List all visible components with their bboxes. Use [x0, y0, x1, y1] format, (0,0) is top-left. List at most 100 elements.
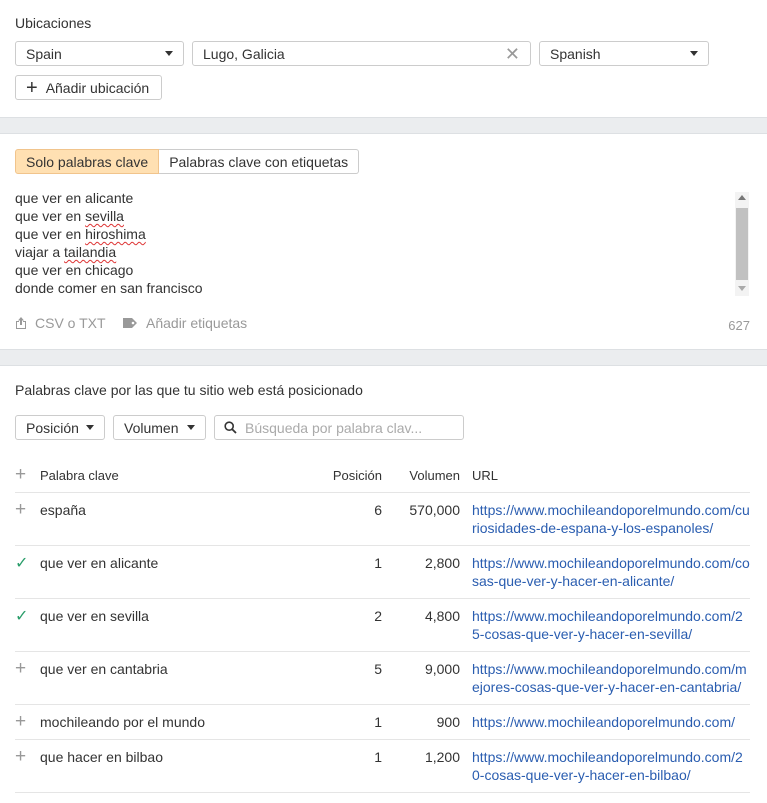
add-tags-button[interactable]: Añadir etiquetas [122, 315, 247, 331]
tab-only-keywords-label: Solo palabras clave [26, 153, 149, 170]
check-icon: ✓ [15, 608, 29, 625]
scroll-down-icon[interactable] [738, 286, 746, 291]
url-link[interactable]: https://www.mochileandoporelmundo.com/ [472, 714, 735, 730]
add-tags-label: Añadir etiquetas [146, 315, 248, 331]
tab-only-keywords[interactable]: Solo palabras clave [15, 149, 160, 174]
csv-label: CSV o TXT [35, 315, 106, 331]
url-cell: https://www.mochileandoporelmundo.com/me… [472, 651, 750, 705]
keyword-line: que ver en chicago [15, 261, 725, 279]
keyword-line-text: donde comer en san francisco [15, 280, 203, 296]
keyword-line-text: que ver en [15, 208, 86, 224]
position-cell: 5 [325, 651, 394, 705]
scroll-up-icon[interactable] [738, 195, 746, 200]
keyword-line: donde comer en san francisco [15, 279, 725, 297]
country-value: Spain [26, 45, 62, 62]
language-select[interactable]: Spanish [539, 41, 709, 66]
table-row: ✓ que ver en alicante 1 2,800 https://www.mo… [15, 545, 750, 599]
language-value: Spanish [550, 45, 601, 62]
url-link[interactable]: https://www.mochileandoporelmundo.com/25… [472, 608, 743, 642]
keyword-cell: españa [40, 492, 325, 546]
add-location-button[interactable]: + Añadir ubicación [15, 75, 162, 100]
table-row: + mochileando por el mundo 1 900 https://www… [15, 704, 750, 740]
keyword-line-text: que ver en alicante [15, 190, 134, 206]
position-filter[interactable]: Posición [15, 415, 105, 440]
keyword-search-field[interactable]: Búsqueda por palabra clav... [214, 415, 464, 440]
volume-cell: 570,000 [394, 492, 472, 546]
url-cell: https://www.mochileandoporelmundo.com/cu… [472, 492, 750, 546]
url-link[interactable]: https://www.mochileandoporelmundo.com/20… [472, 749, 743, 783]
table-header-row: + Palabra clave Posición Volumen URL [15, 458, 750, 493]
keyword-mode-tabs: Solo palabras clave Palabras clave con e… [15, 149, 360, 174]
search-placeholder: Búsqueda por palabra clav... [245, 419, 423, 436]
location-input[interactable]: Lugo, Galicia ✕ [192, 41, 531, 66]
volume-cell: 900 [394, 704, 472, 740]
plus-icon: + [26, 76, 38, 99]
location-value: Lugo, Galicia [203, 45, 285, 62]
ranking-title: Palabras clave por las que tu sitio web … [15, 382, 363, 398]
table-row: + que hacer en bilbao 1 1,200 https://www.mo… [15, 739, 750, 793]
tab-keywords-with-tags[interactable]: Palabras clave con etiquetas [159, 149, 360, 174]
plus-icon[interactable]: + [15, 499, 26, 520]
csv-upload-button[interactable]: CSV o TXT [15, 315, 106, 331]
volume-cell: 1,200 [394, 739, 472, 793]
url-link[interactable]: https://www.mochileandoporelmundo.com/me… [472, 661, 747, 695]
keyword-line: que ver en alicante [15, 189, 725, 207]
url-cell: https://www.mochileandoporelmundo.com/co… [472, 545, 750, 599]
table-row: + que ver en cantabria 5 9,000 https://www.m… [15, 651, 750, 705]
misspelled-word: sevilla [85, 208, 124, 224]
chevron-down-icon [690, 51, 698, 56]
keyword-line: que ver en sevilla [15, 207, 725, 225]
position-cell: 6 [325, 492, 394, 546]
volume-filter-label: Volumen [124, 419, 179, 436]
position-cell: 1 [325, 739, 394, 793]
ranking-table: + Palabra clave Posición Volumen URL + es… [15, 458, 750, 793]
volume-cell: 2,800 [394, 545, 472, 599]
position-cell: 2 [325, 598, 394, 652]
keyword-cell: mochileando por el mundo [40, 704, 325, 740]
column-keyword[interactable]: Palabra clave [40, 458, 325, 493]
country-select[interactable]: Spain [15, 41, 184, 66]
url-cell: https://www.mochileandoporelmundo.com/ [472, 704, 750, 740]
url-link[interactable]: https://www.mochileandoporelmundo.com/cu… [472, 502, 750, 536]
url-link[interactable]: https://www.mochileandoporelmundo.com/co… [472, 555, 750, 589]
add-all-icon[interactable]: + [15, 458, 40, 493]
keyword-line-text: que ver en [15, 226, 86, 242]
plus-icon[interactable]: + [15, 711, 26, 732]
column-volume[interactable]: Volumen [394, 458, 472, 493]
plus-icon[interactable]: + [15, 658, 26, 679]
char-count: 627 [728, 318, 750, 333]
keyword-cell: que ver en sevilla [40, 598, 325, 652]
column-url[interactable]: URL [472, 458, 750, 493]
check-icon: ✓ [15, 555, 29, 572]
misspelled-word: hiroshima [85, 226, 146, 242]
keyword-line: que ver en hiroshima [15, 225, 725, 243]
chevron-down-icon [187, 425, 195, 430]
url-cell: https://www.mochileandoporelmundo.com/25… [472, 598, 750, 652]
plus-icon[interactable]: + [15, 746, 26, 767]
url-cell: https://www.mochileandoporelmundo.com/20… [472, 739, 750, 793]
section-divider [0, 117, 767, 134]
position-cell: 1 [325, 704, 394, 740]
table-row: ✓ que ver en sevilla 2 4,800 https://www.moc… [15, 598, 750, 652]
search-icon [224, 421, 237, 434]
locations-label: Ubicaciones [15, 15, 92, 31]
column-position[interactable]: Posición [325, 458, 394, 493]
tab-keywords-with-tags-label: Palabras clave con etiquetas [169, 153, 349, 170]
table-row: + españa 6 570,000 https://www.mochileandopo… [15, 492, 750, 546]
textarea-scrollbar[interactable] [735, 192, 749, 296]
position-filter-label: Posición [26, 419, 79, 436]
tag-icon [123, 318, 137, 328]
keywords-textarea[interactable]: que ver en alicante que ver en sevilla que… [15, 189, 725, 297]
volume-cell: 9,000 [394, 651, 472, 705]
chevron-down-icon [165, 51, 173, 56]
clear-icon[interactable]: ✕ [505, 45, 520, 63]
upload-icon [16, 317, 26, 329]
volume-filter[interactable]: Volumen [113, 415, 206, 440]
keyword-line-text: que ver en chicago [15, 262, 134, 278]
add-location-label: Añadir ubicación [45, 79, 150, 96]
scroll-thumb[interactable] [736, 208, 748, 280]
keyword-cell: que hacer en bilbao [40, 739, 325, 793]
keyword-cell: que ver en alicante [40, 545, 325, 599]
chevron-down-icon [86, 425, 94, 430]
volume-cell: 4,800 [394, 598, 472, 652]
